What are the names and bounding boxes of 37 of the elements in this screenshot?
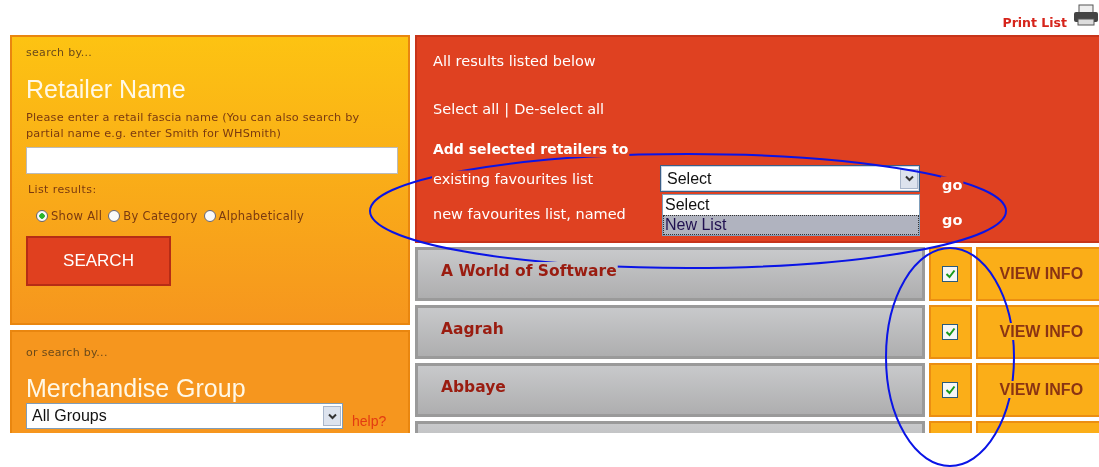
hint-text: Please enter a retail fascia name (You can also search by partial name e.g. enter Smith for WHSmith) bbox=[26, 110, 361, 141]
merchandise-group-select[interactable]: All Groups bbox=[26, 403, 343, 429]
dropdown-option[interactable]: Select bbox=[663, 195, 919, 215]
view-info-button[interactable]: VIEW INFO bbox=[975, 305, 1099, 359]
search-button[interactable]: SEARCH bbox=[26, 236, 171, 286]
list-results-label: List results: bbox=[28, 183, 98, 196]
section-heading: Retailer Name bbox=[26, 75, 187, 104]
add-heading: Add selected retailers to bbox=[433, 141, 630, 159]
section-heading: Merchandise Group bbox=[26, 374, 247, 403]
radio-button[interactable] bbox=[108, 210, 121, 222]
retailer-name-field[interactable] bbox=[26, 147, 398, 174]
separator-text: | bbox=[504, 101, 510, 120]
results-summary: All results listed below bbox=[433, 53, 597, 71]
section-label: search by... bbox=[26, 46, 94, 59]
go-link[interactable]: go bbox=[942, 211, 963, 228]
radio-button[interactable] bbox=[203, 210, 216, 222]
form-label: existing favourites list bbox=[433, 170, 595, 187]
radio-label[interactable]: By Category bbox=[123, 209, 198, 223]
dropdown-option[interactable]: New List bbox=[663, 215, 919, 235]
retailer-name-bar[interactable]: Abbaye bbox=[415, 363, 925, 417]
deselect-all-link[interactable]: De-select all bbox=[514, 101, 605, 141]
go-link[interactable]: go bbox=[942, 176, 963, 193]
radio-button[interactable] bbox=[36, 210, 48, 222]
retailer-name-bar[interactable]: Aagrah bbox=[415, 305, 925, 359]
view-info-button[interactable]: VIEW INFO bbox=[975, 363, 1099, 417]
checkbox[interactable] bbox=[942, 324, 959, 340]
checkbox[interactable] bbox=[942, 266, 959, 282]
printer-icon[interactable] bbox=[1073, 4, 1099, 26]
radio-label[interactable]: Alphabetically bbox=[218, 209, 305, 223]
view-info-button[interactable]: VIEW INFO bbox=[975, 247, 1099, 301]
radio-label[interactable]: Show All bbox=[51, 209, 103, 223]
select-all-link[interactable]: Select all bbox=[433, 101, 500, 141]
print-link[interactable]: Print List bbox=[1002, 15, 1067, 30]
retailer-name-bar[interactable]: A World of Software bbox=[415, 247, 925, 301]
checkbox[interactable] bbox=[942, 382, 959, 398]
form-label: new favourites list, named bbox=[433, 205, 627, 222]
section-label: or search by... bbox=[26, 346, 109, 359]
